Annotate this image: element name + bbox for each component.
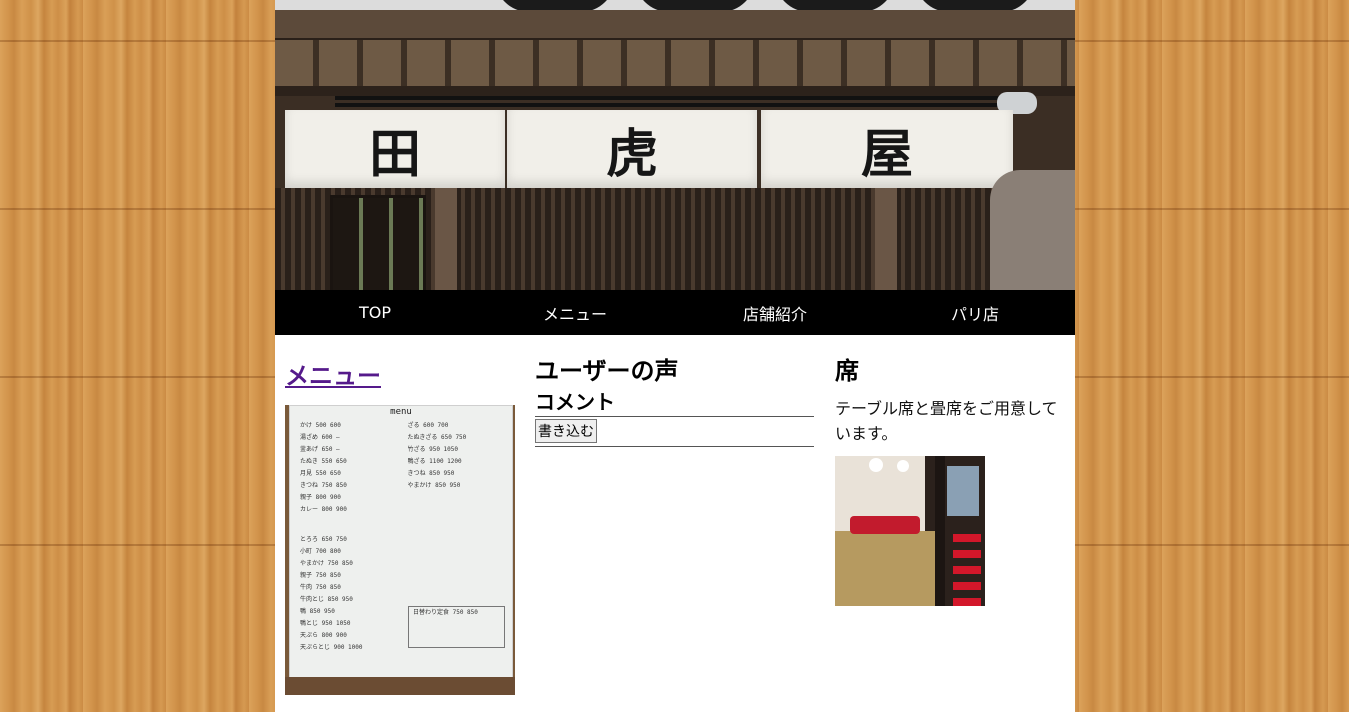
menu-line: たぬき 550 650 [300,458,347,465]
stone-wall [990,170,1075,290]
menu-line: 牛肉とじ 850 950 [300,596,353,603]
comment-form: 書き込む [535,416,814,447]
seat-section: 席 テーブル席と畳席をご用意しています。 [835,350,1065,606]
seating-photo [835,456,985,606]
noren-panel-1: 田 [285,110,505,188]
shop-window [330,195,426,290]
eave [275,10,1075,42]
noren-stripe [335,96,1025,100]
menu-board-heading: menu [390,407,412,417]
tatami-floor [835,531,935,606]
ceiling-lamp [897,460,909,472]
menu-line: 親子 750 850 [300,572,341,579]
menu-line: 月見 550 650 [300,470,341,477]
menu-line: とろろ 650 750 [300,536,347,543]
menu-line: きつね 750 850 [300,482,347,489]
ceiling-lamp [869,458,883,472]
menu-line: 天ぷら 800 900 [300,632,347,639]
nav-menu[interactable]: メニュー [475,290,675,335]
noren-panel-3: 屋 [761,110,1013,188]
menu-paper: menu かけ 500 600 湯ざめ 600 — 釜あげ 650 — たぬき … [289,405,513,679]
menu-line: 鴨とじ 950 1050 [300,620,351,627]
menu-line: かけ 500 600 [300,422,341,429]
red-cushions [850,516,920,534]
room-window [947,466,979,516]
page-container: 田 虎 屋 TOP メニュー 店舗紹介 パリ店 メニュー menu かけ 500… [275,0,1075,712]
menu-line: 親子 800 900 [300,494,341,501]
nav-paris-store[interactable]: パリ店 [875,290,1075,335]
menu-line: 鴨 850 950 [300,608,335,615]
beam [275,86,1075,96]
menu-line: たぬきざる 650 750 [407,434,467,441]
menu-line: 釜あげ 650 — [300,446,340,453]
menu-line: きつね 850 950 [407,470,455,477]
menu-line: 湯ざめ 600 — [300,434,340,441]
menu-line: やまかけ 750 850 [300,560,353,567]
menu-board-lower-column: とろろ 650 750 小町 700 800 やまかけ 750 850 親子 7… [300,534,390,654]
post-comment-button[interactable]: 書き込む [535,419,597,443]
seat-description: テーブル席と畳席をご用意しています。 [835,399,1058,443]
menu-line: 日替わり定食 750 850 [413,609,478,616]
menu-heading-link[interactable]: メニュー [285,356,515,391]
wood-post [875,188,897,290]
user-voice-section: ユーザーの声 コメント 書き込む [535,350,814,447]
menu-line: 天ぷらとじ 900 1000 [300,644,363,651]
menu-board-special-box: 日替わり定食 750 850 [408,606,505,648]
comment-heading: コメント [535,390,615,414]
user-voice-heading: ユーザーの声 [535,357,679,385]
room-post [935,456,945,606]
storefront-header-image: 田 虎 屋 [275,0,1075,290]
menu-board-columns: かけ 500 600 湯ざめ 600 — 釜あげ 650 — たぬき 550 6… [300,420,505,516]
menu-line: 小町 700 800 [300,548,341,555]
noren-stripe [335,103,1025,107]
menu-line: 竹ざる 950 1050 [407,446,459,453]
noren-panel-2: 虎 [507,110,757,188]
wood-post [435,188,457,290]
wood-table [285,677,515,695]
red-stools [953,526,981,606]
nav-top[interactable]: TOP [275,290,475,335]
menu-line: 鴨ざる 1100 1200 [407,458,462,465]
seat-heading: 席 [835,357,859,385]
menu-line: やまかけ 850 950 [407,482,461,489]
menu-board-left-column: かけ 500 600 湯ざめ 600 — 釜あげ 650 — たぬき 550 6… [300,420,398,516]
menu-board-image: menu かけ 500 600 湯ざめ 600 — 釜あげ 650 — たぬき … [285,405,515,695]
menu-line: ざる 600 700 [407,422,449,429]
menu-line: 牛肉 750 850 [300,584,341,591]
menu-line: カレー 800 900 [300,506,347,513]
menu-section: メニュー menu かけ 500 600 湯ざめ 600 — 釜あげ 650 —… [285,350,515,695]
main-nav: TOP メニュー 店舗紹介 パリ店 [275,290,1075,335]
menu-board-right-column: ざる 600 700 たぬきざる 650 750 竹ざる 950 1050 鴨ざ… [408,420,506,516]
nav-store-info[interactable]: 店舗紹介 [675,290,875,335]
rafters [275,40,1075,88]
